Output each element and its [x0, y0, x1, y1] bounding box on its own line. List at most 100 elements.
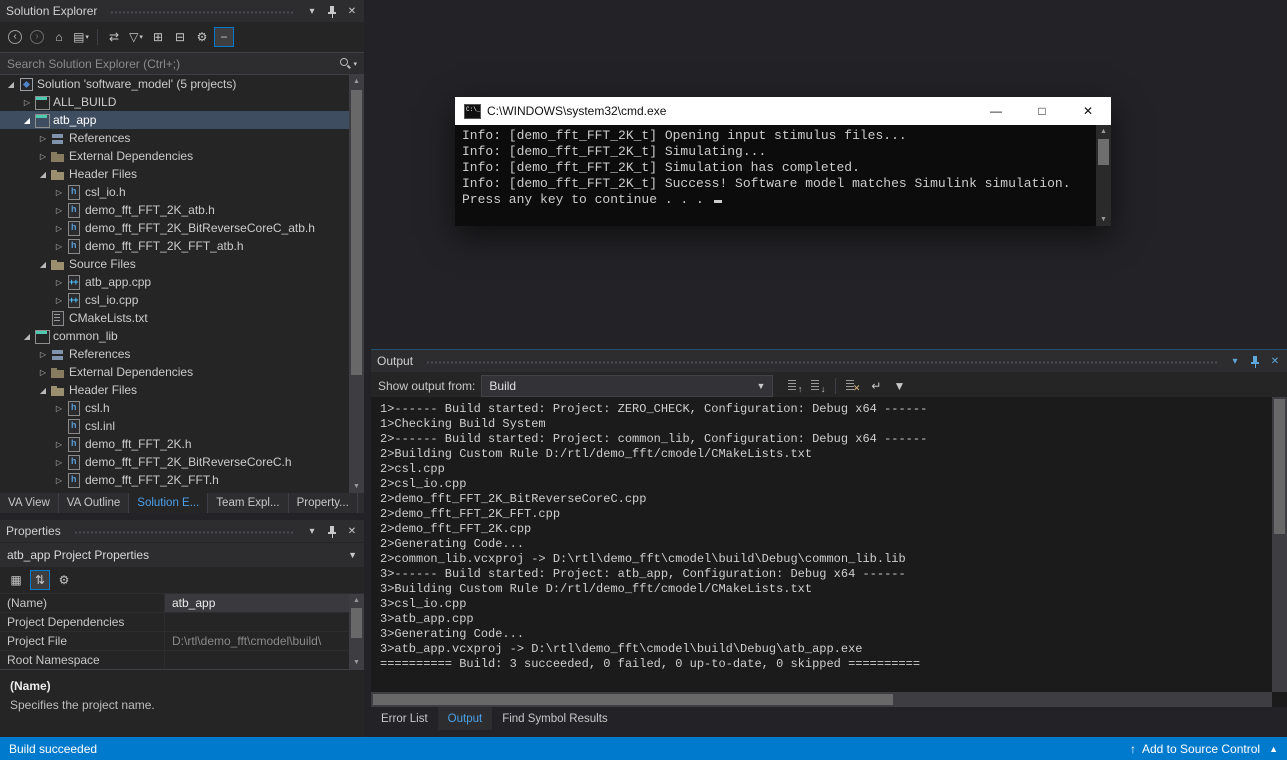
tab-property-[interactable]: Property...	[289, 493, 358, 513]
chevron-expanded-icon[interactable]: ◢	[36, 170, 50, 179]
forward-icon[interactable]: ›	[27, 27, 47, 47]
solution-explorer-titlebar[interactable]: Solution Explorer ▾ ✕	[0, 0, 364, 22]
chevron-collapsed-icon[interactable]: ▷	[36, 368, 50, 377]
scroll-down-icon[interactable]: ▼	[1096, 213, 1111, 226]
cmd-scrollbar[interactable]: ▲ ▼	[1096, 125, 1111, 226]
scroll-thumb[interactable]	[1098, 139, 1109, 165]
home-icon[interactable]: ⌂	[49, 27, 69, 47]
property-value[interactable]	[165, 613, 349, 631]
tree-item[interactable]: ▷demo_fft_FFT_2K.h	[0, 435, 349, 453]
tree-item[interactable]: ▷demo_fft_FFT_2K_atb.h	[0, 201, 349, 219]
autoscroll-icon[interactable]: ▼	[889, 376, 909, 396]
search-box[interactable]: Search Solution Explorer (Ctrl+;) ▾	[0, 52, 364, 75]
tree-item[interactable]: ◢Header Files	[0, 381, 349, 399]
tab-va-view[interactable]: VA View	[0, 493, 59, 513]
sync-with-active-document-icon[interactable]: ⇄	[104, 27, 124, 47]
close-icon[interactable]: ✕	[1267, 353, 1283, 369]
scroll-thumb[interactable]	[351, 608, 362, 638]
copy-icon[interactable]: ⊞	[148, 27, 168, 47]
pin-icon[interactable]	[324, 3, 340, 19]
tree-item[interactable]: ◢Header Files	[0, 165, 349, 183]
scroll-up-icon[interactable]: ▲	[349, 594, 364, 607]
tree-item[interactable]: ▷csl_io.cpp	[0, 291, 349, 309]
output-console[interactable]: 1>------ Build started: Project: ZERO_CH…	[371, 397, 1287, 707]
categorized-icon[interactable]: ▦	[6, 570, 26, 590]
chevron-collapsed-icon[interactable]: ▷	[52, 404, 66, 413]
scroll-thumb[interactable]	[1274, 399, 1285, 534]
cmd-console[interactable]: Info: [demo_fft_FFT_2K_t] Opening input …	[455, 125, 1111, 226]
property-row[interactable]: Root Namespace	[0, 651, 349, 669]
chevron-collapsed-icon[interactable]: ▷	[52, 440, 66, 449]
preview-selected-items-icon[interactable]: −	[214, 27, 234, 47]
tree-item[interactable]: ◢atb_app	[0, 111, 349, 129]
chevron-collapsed-icon[interactable]: ▷	[36, 152, 50, 161]
scroll-down-icon[interactable]: ▼	[349, 656, 364, 669]
property-value[interactable]: D:\rtl\demo_fft\cmodel\build\	[165, 632, 349, 650]
tree-item[interactable]: ◢Source Files	[0, 255, 349, 273]
output-source-dropdown[interactable]: Build ▼	[481, 375, 773, 397]
chevron-collapsed-icon[interactable]: ▷	[52, 224, 66, 233]
tree-item[interactable]: ▷atb_app.cpp	[0, 273, 349, 291]
scroll-thumb[interactable]	[351, 90, 362, 375]
tree-item[interactable]: ▷External Dependencies	[0, 147, 349, 165]
close-icon[interactable]: ✕	[1065, 97, 1111, 125]
tab-error-list[interactable]: Error List	[371, 707, 438, 730]
object-selector-dropdown[interactable]: atb_app Project Properties ▼	[0, 543, 364, 567]
tree-scrollbar[interactable]: ▲ ▼	[349, 75, 364, 493]
chevron-up-icon[interactable]: ▲	[1269, 744, 1278, 754]
word-wrap-icon[interactable]: ↵	[866, 376, 886, 396]
tab-find-symbol-results[interactable]: Find Symbol Results	[492, 707, 617, 730]
property-pages-icon[interactable]: ⚙	[54, 570, 74, 590]
tree-item[interactable]: ▷External Dependencies	[0, 363, 349, 381]
chevron-collapsed-icon[interactable]: ▷	[36, 134, 50, 143]
minimize-icon[interactable]: —	[973, 97, 1019, 125]
tab-va-outline[interactable]: VA Outline	[59, 493, 130, 513]
property-grid-scrollbar[interactable]: ▲ ▼	[349, 594, 364, 669]
tree-item[interactable]: ◢Solution 'software_model' (5 projects)	[0, 75, 349, 93]
switch-views-icon[interactable]: ▤▾	[71, 27, 91, 47]
pin-icon[interactable]	[324, 523, 340, 539]
properties-icon[interactable]: ⚙	[192, 27, 212, 47]
chevron-down-icon[interactable]: ▾	[353, 60, 357, 68]
tab-output[interactable]: Output	[438, 707, 493, 730]
chevron-expanded-icon[interactable]: ◢	[36, 260, 50, 269]
window-position-icon[interactable]: ▾	[304, 3, 320, 19]
scroll-thumb[interactable]	[373, 694, 893, 705]
chevron-expanded-icon[interactable]: ◢	[20, 332, 34, 341]
search-icon[interactable]	[339, 57, 352, 70]
chevron-expanded-icon[interactable]: ◢	[4, 80, 18, 89]
property-row[interactable]: Project FileD:\rtl\demo_fft\cmodel\build…	[0, 632, 349, 651]
chevron-collapsed-icon[interactable]: ▷	[52, 278, 66, 287]
scroll-up-icon[interactable]: ▲	[349, 75, 364, 88]
chevron-expanded-icon[interactable]: ◢	[36, 386, 50, 395]
window-position-icon[interactable]: ▾	[304, 523, 320, 539]
tree-item[interactable]: csl.inl	[0, 417, 349, 435]
tab-solution-e-[interactable]: Solution E...	[129, 493, 208, 513]
property-row[interactable]: Project Dependencies	[0, 613, 349, 632]
scroll-down-icon[interactable]: ▼	[349, 480, 364, 493]
properties-titlebar[interactable]: Properties ▾ ✕	[0, 520, 364, 542]
chevron-collapsed-icon[interactable]: ▷	[52, 476, 66, 485]
tree-item[interactable]: ▷References	[0, 345, 349, 363]
tree-item[interactable]: ▷demo_fft_FFT_2K_BitReverseCoreC.h	[0, 453, 349, 471]
property-value[interactable]: atb_app	[165, 594, 349, 612]
tree-item[interactable]: ▷References	[0, 129, 349, 147]
chevron-collapsed-icon[interactable]: ▷	[36, 350, 50, 359]
close-icon[interactable]: ✕	[344, 3, 360, 19]
property-row[interactable]: (Name)atb_app	[0, 594, 349, 613]
tree-item[interactable]: ▷demo_fft_FFT_2K_BitReverseCoreC_atb.h	[0, 219, 349, 237]
chevron-collapsed-icon[interactable]: ▷	[52, 296, 66, 305]
collapse-all-icon[interactable]: ⊟	[170, 27, 190, 47]
cmd-titlebar[interactable]: C:\WINDOWS\system32\cmd.exe — □ ✕	[455, 97, 1111, 125]
tree-item[interactable]: CMakeLists.txt	[0, 309, 349, 327]
clear-all-icon[interactable]: ✕	[843, 376, 863, 396]
chevron-collapsed-icon[interactable]: ▷	[52, 188, 66, 197]
chevron-expanded-icon[interactable]: ◢	[20, 116, 34, 125]
chevron-collapsed-icon[interactable]: ▷	[52, 206, 66, 215]
source-control-button[interactable]: ↑ Add to Source Control ▲	[1130, 742, 1278, 756]
tree-item[interactable]: ▷demo_fft_FFT_2K_FFT_atb.h	[0, 237, 349, 255]
previous-message-icon[interactable]: ↑	[785, 376, 805, 396]
tree-item[interactable]: ▷ALL_BUILD	[0, 93, 349, 111]
scroll-up-icon[interactable]: ▲	[1096, 125, 1111, 138]
tab-team-expl-[interactable]: Team Expl...	[208, 493, 288, 513]
